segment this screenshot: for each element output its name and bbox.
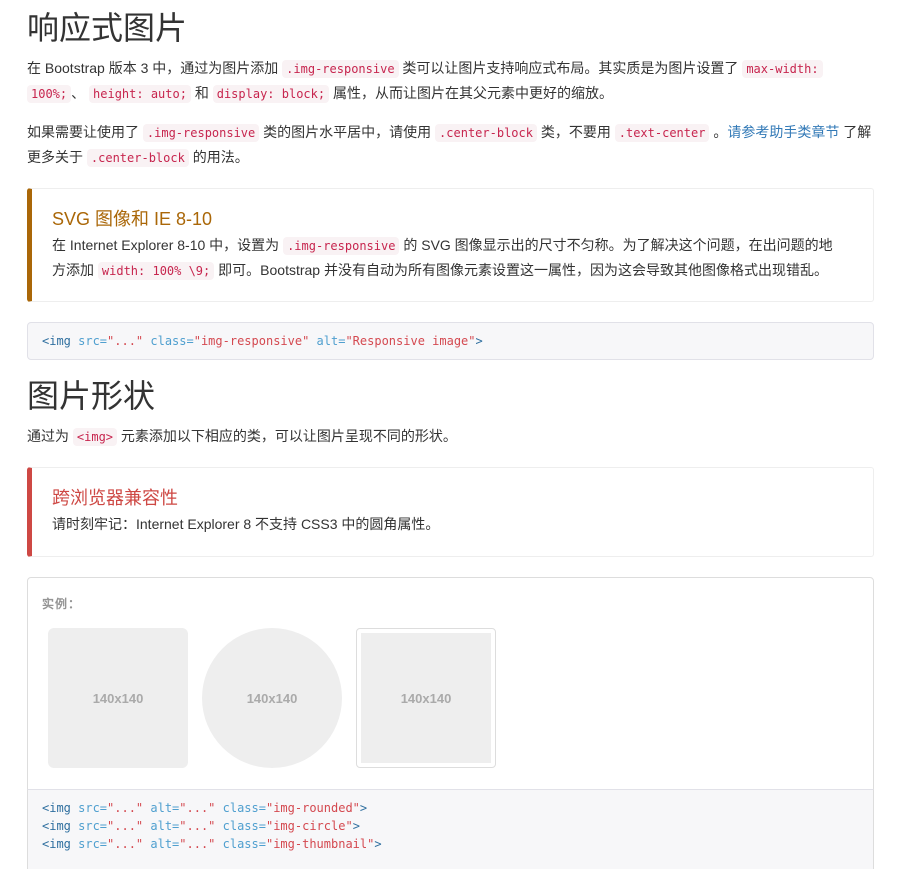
text: 类的图片水平居中，请使用 <box>259 124 436 140</box>
code-attr: alt= <box>309 334 346 348</box>
page: 响应式图片 在 Bootstrap 版本 3 中，通过为图片添加 .img-re… <box>0 0 907 869</box>
code-line: <img src="..." alt="..." class="img-thum… <box>42 837 382 851</box>
shapes-intro-paragraph: 通过为 <img> 元素添加以下相应的类，可以让图片呈现不同的形状。 <box>27 424 874 449</box>
code-value: "Responsive image" <box>345 334 476 348</box>
inline-code: 100%; <box>27 85 72 103</box>
text: 方添加 <box>52 262 98 278</box>
code-attr: class= <box>143 334 194 348</box>
text: 和 <box>190 85 213 101</box>
text: 即可。Bootstrap 并没有自动为所有图像元素设置这一属性，因为这会导致其他… <box>214 262 828 278</box>
code-value: "..." <box>107 837 144 851</box>
code-value: "..." <box>107 334 144 348</box>
callout-title: 跨浏览器兼容性 <box>52 488 178 508</box>
code-tag: <img <box>42 819 71 833</box>
code-value: "..." <box>179 837 216 851</box>
text: 通过为 <box>27 428 73 444</box>
code-tag: <img <box>42 801 71 815</box>
code-line: <img src="..." alt="..." class="img-roun… <box>42 801 367 815</box>
center-block-paragraph: 如果需要让使用了 .img-responsive 类的图片水平居中，请使用 .c… <box>27 120 874 170</box>
text: 类可以让图片支持响应式布局。其实质是为图片设置了 <box>398 60 743 76</box>
code-tag: <img <box>42 334 71 348</box>
text: 在 Internet Explorer 8-10 中，设置为 <box>52 237 284 253</box>
code-value: "..." <box>107 819 144 833</box>
text: 的 SVG 图像显示出的尺寸不匀称。为了解决这个问题，在出问题的地 <box>399 237 833 253</box>
example-box: 实例： 140x140 140x140 140x140 <img src="..… <box>27 577 874 869</box>
text: 类，不要用 <box>536 124 615 140</box>
inline-code: .center-block <box>86 149 189 167</box>
code-tag: > <box>359 801 368 815</box>
placeholder-label: 140x140 <box>400 690 452 706</box>
inline-code: .text-center <box>614 124 710 142</box>
code-tag: > <box>475 334 483 348</box>
code-value: "..." <box>179 801 216 815</box>
code-block-responsive: <img src="..." class="img-responsive" al… <box>27 322 874 360</box>
rounded-image-placeholder: 140x140 <box>48 628 188 768</box>
inline-code: max-width: <box>742 60 823 78</box>
code-value: "img-thumbnail" <box>265 837 375 851</box>
text: 。 <box>709 124 728 140</box>
code-block-shapes: <img src="..." alt="..." class="img-roun… <box>27 789 874 869</box>
text: 在 Bootstrap 版本 3 中，通过为图片添加 <box>27 60 283 76</box>
inline-code: .img-responsive <box>142 124 260 142</box>
text: 元素添加以下相应的类，可以让图片呈现不同的形状。 <box>117 428 457 444</box>
code-value: "..." <box>179 819 216 833</box>
code-value: "img-circle" <box>265 819 353 833</box>
callout-title: SVG 图像和 IE 8-10 <box>52 209 213 229</box>
code-line: <img src="..." alt="..." class="img-circ… <box>42 819 360 833</box>
section-title-responsive-images: 响应式图片 <box>27 9 188 47</box>
code-value: "img-rounded" <box>265 801 360 815</box>
code-tag: > <box>374 837 382 851</box>
text: 了解 <box>839 124 872 140</box>
code-tag: > <box>352 819 360 833</box>
example-label: 实例： <box>42 597 82 611</box>
callout-text: 请时刻牢记：Internet Explorer 8 不支持 CSS3 中的圆角属… <box>52 516 440 532</box>
code-attr: alt= <box>143 801 180 815</box>
code-attr: src= <box>70 334 108 348</box>
inline-code: height: auto; <box>89 85 191 103</box>
placeholder-label: 140x140 <box>246 690 298 706</box>
code-tag: <img <box>42 837 71 851</box>
code-attr: class= <box>215 801 266 815</box>
code-attr: class= <box>215 837 266 851</box>
code-attr: class= <box>215 819 266 833</box>
circle-image-placeholder: 140x140 <box>202 628 342 768</box>
text: 、 <box>71 85 90 101</box>
inline-code: .img-responsive <box>282 60 399 78</box>
inline-code: display: block; <box>212 85 330 103</box>
code-attr: src= <box>70 819 108 833</box>
text: 属性，从而让图片在其父元素中更好的缩放。 <box>329 85 613 101</box>
helper-classes-link[interactable]: 请参考助手类章节 <box>727 124 839 140</box>
code-value: "..." <box>107 801 144 815</box>
section-title-image-shapes: 图片形状 <box>27 377 156 415</box>
code-attr: src= <box>70 837 108 851</box>
code-value: "img-responsive" <box>193 334 310 348</box>
inline-code: .img-responsive <box>283 237 400 255</box>
inline-code: width: 100% \9; <box>97 262 215 280</box>
thumbnail-image-placeholder: 140x140 <box>356 628 496 768</box>
text: 的用法。 <box>188 149 249 165</box>
svg-ie-callout: SVG 图像和 IE 8-10 在 Internet Explorer 8-10… <box>27 188 874 302</box>
inline-code: .center-block <box>435 124 537 142</box>
code-attr: alt= <box>143 819 180 833</box>
inline-code: <img> <box>72 428 118 446</box>
text: 更多关于 <box>27 149 87 165</box>
code-attr: alt= <box>143 837 180 851</box>
code-attr: src= <box>70 801 108 815</box>
browser-compat-callout: 跨浏览器兼容性 请时刻牢记：Internet Explorer 8 不支持 CS… <box>27 467 874 557</box>
intro-paragraph: 在 Bootstrap 版本 3 中，通过为图片添加 .img-responsi… <box>27 56 874 106</box>
thumbnail-inner: 140x140 <box>361 633 491 763</box>
text: 如果需要让使用了 <box>27 124 143 140</box>
placeholder-label: 140x140 <box>92 690 144 706</box>
